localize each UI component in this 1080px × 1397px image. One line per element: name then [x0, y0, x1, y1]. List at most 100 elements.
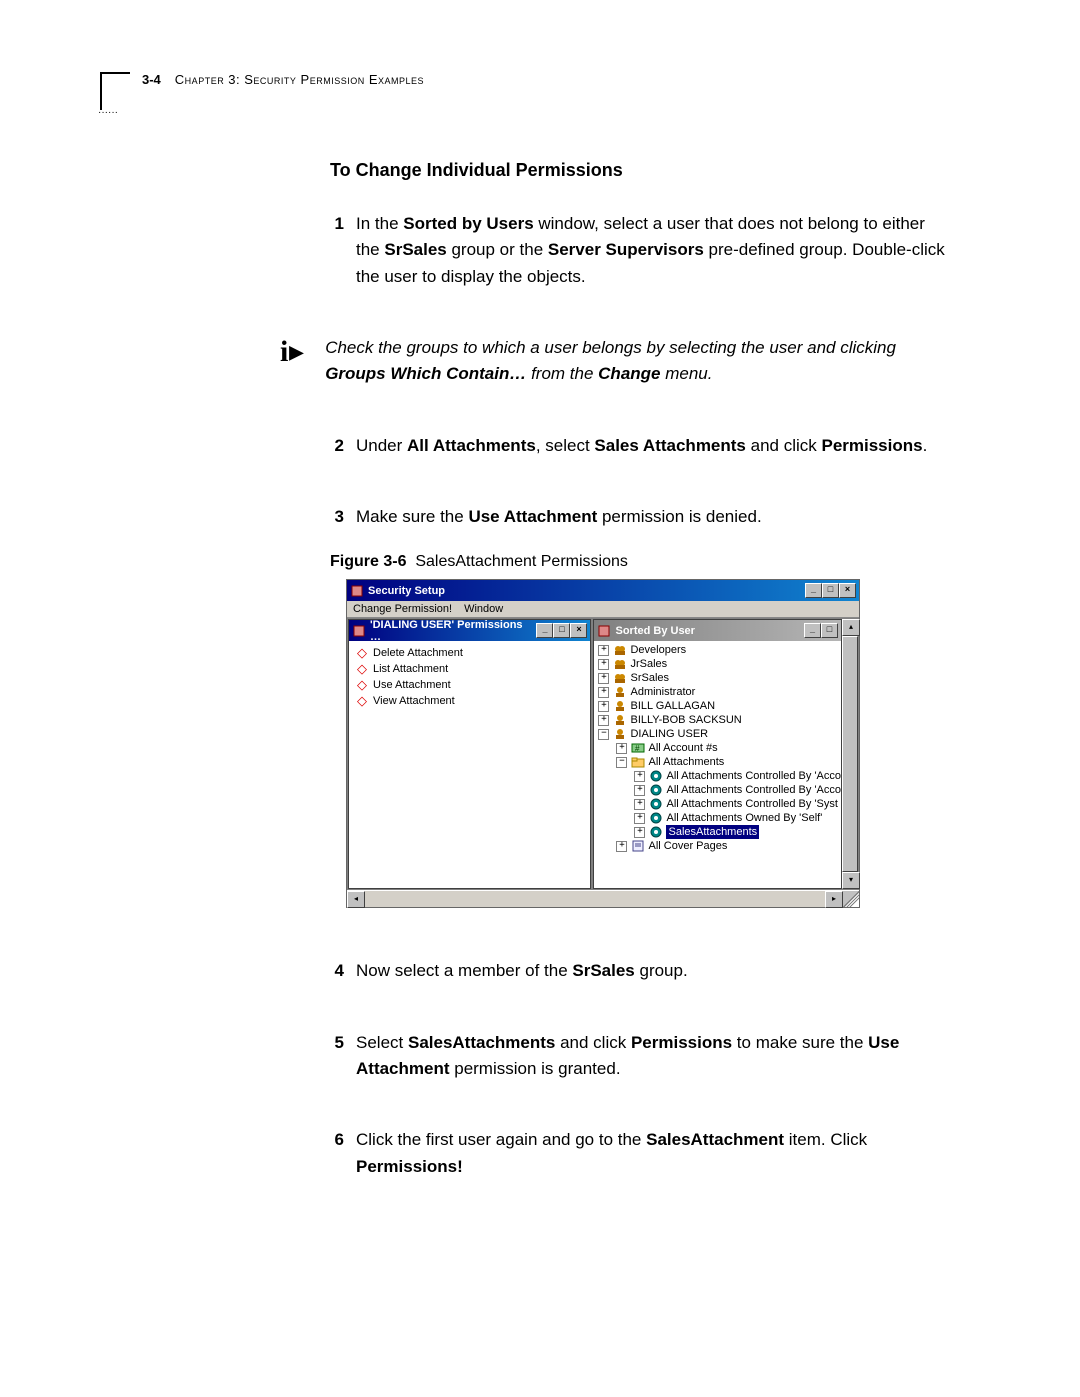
step-number: 2: [330, 433, 344, 459]
deny-icon: ◇: [355, 677, 369, 693]
tree-node[interactable]: + All Attachments Owned By 'Self': [594, 811, 841, 825]
tree-expander[interactable]: +: [634, 799, 645, 810]
sorted-by-user-title: Sorted By User: [615, 625, 804, 637]
scrollbar-vertical[interactable]: ▴ ▾: [842, 619, 858, 889]
maximize-button[interactable]: □: [822, 583, 839, 598]
scroll-thumb[interactable]: [842, 636, 858, 872]
tree-expander[interactable]: +: [598, 673, 609, 684]
permission-item[interactable]: ◇Delete Attachment: [355, 645, 584, 661]
scroll-right-button[interactable]: ▸: [825, 891, 843, 908]
figure-caption: Figure 3-6 SalesAttachment Permissions: [330, 553, 950, 571]
page-header: ······ 3-4 Chapter 3: Security Permissio…: [100, 70, 980, 110]
permission-label: View Attachment: [373, 693, 455, 709]
permission-item[interactable]: ◇List Attachment: [355, 661, 584, 677]
tree-expander[interactable]: −: [598, 729, 609, 740]
tree-expander[interactable]: +: [634, 771, 645, 782]
tree-expander[interactable]: +: [598, 701, 609, 712]
tree-expander[interactable]: +: [616, 743, 627, 754]
titlebar-outer[interactable]: Security Setup _ □ ×: [347, 580, 859, 601]
permission-item[interactable]: ◇View Attachment: [355, 693, 584, 709]
permission-label: List Attachment: [373, 661, 448, 677]
tree-label: Developers: [630, 643, 686, 657]
tree-node[interactable]: +All Attachments Controlled By 'Acco: [594, 783, 841, 797]
app-icon: [350, 584, 364, 598]
window-icon: [352, 624, 366, 638]
tree-label: All Attachments Controlled By 'Syst: [666, 797, 837, 811]
tree-label: All Attachments Controlled By 'Acco: [666, 769, 841, 783]
tree-node[interactable]: + Administrator: [594, 685, 841, 699]
resize-grip[interactable]: [843, 891, 859, 907]
tree-node[interactable]: + All Attachments Controlled By 'Acco: [594, 769, 841, 783]
titlebar-permissions[interactable]: 'DIALING USER' Permissions … _ □ ×: [349, 620, 590, 641]
window-icon: [597, 624, 611, 638]
svg-text:#: #: [635, 744, 640, 753]
folder-icon: [631, 756, 645, 768]
header-dots-decoration: ······: [98, 107, 118, 118]
tree-label: DIALING USER: [630, 727, 708, 741]
sorted-by-user-window: Sorted By User _ □ +Developers+JrSales+S…: [593, 619, 842, 889]
tree-label: SalesAttachments: [666, 825, 759, 839]
chapter-title: Chapter 3: Security Permission Examples: [175, 72, 424, 87]
close-button[interactable]: ×: [570, 623, 587, 638]
group-icon: [613, 672, 627, 684]
tree-node[interactable]: + # All Account #s: [594, 741, 841, 755]
minimize-button[interactable]: _: [536, 623, 553, 638]
permission-item[interactable]: ◇Use Attachment: [355, 677, 584, 693]
step-text: Select SalesAttachments and click Permis…: [356, 1030, 950, 1083]
tree-expander[interactable]: +: [598, 659, 609, 670]
tree-expander[interactable]: +: [598, 715, 609, 726]
tree-expander[interactable]: +: [634, 813, 645, 824]
scroll-up-button[interactable]: ▴: [842, 619, 860, 636]
attach-icon: [649, 812, 663, 824]
permissions-list[interactable]: ◇Delete Attachment◇List Attachment◇Use A…: [349, 641, 590, 888]
header-corner-decoration: ······: [100, 72, 130, 110]
info-icon: i▶: [280, 335, 303, 369]
scrollbar-horizontal[interactable]: ◂ ▸: [347, 890, 859, 907]
tree-expander[interactable]: +: [598, 687, 609, 698]
attach-icon: [649, 784, 663, 796]
tree-node[interactable]: − All Attachments: [594, 755, 841, 769]
screenshot-security-setup: Security Setup _ □ × Change Permission! …: [346, 579, 860, 908]
step-1: 1 In the Sorted by Users window, select …: [330, 211, 950, 290]
window-title: Security Setup: [368, 585, 805, 597]
scroll-left-button[interactable]: ◂: [347, 891, 365, 908]
tree-expander[interactable]: −: [616, 757, 627, 768]
tree-node[interactable]: − DIALING USER: [594, 727, 841, 741]
tree-node[interactable]: + All Attachments Controlled By 'Syst: [594, 797, 841, 811]
tree-node[interactable]: +BILLY-BOB SACKSUN: [594, 713, 841, 727]
tree-label: All Attachments: [648, 755, 724, 769]
tree-node[interactable]: + SalesAttachments: [594, 825, 841, 839]
tree-label: BILL GALLAGAN: [630, 699, 715, 713]
group-icon: [613, 658, 627, 670]
minimize-button[interactable]: _: [805, 583, 822, 598]
maximize-button[interactable]: □: [553, 623, 570, 638]
step-4: 4 Now select a member of the SrSales gro…: [330, 958, 950, 984]
tree-label: All Account #s: [648, 741, 717, 755]
tree-node[interactable]: +SrSales: [594, 671, 841, 685]
user-tree[interactable]: +Developers+JrSales+SrSales+Administrato…: [594, 641, 841, 888]
tree-node[interactable]: + BILL GALLAGAN: [594, 699, 841, 713]
menu-window[interactable]: Window: [464, 603, 503, 615]
step-text: In the Sorted by Users window, select a …: [356, 211, 950, 290]
permission-label: Delete Attachment: [373, 645, 463, 661]
step-5: 5 Select SalesAttachments and click Perm…: [330, 1030, 950, 1083]
tree-node[interactable]: + Developers: [594, 643, 841, 657]
tree-node[interactable]: +JrSales: [594, 657, 841, 671]
step-number: 6: [330, 1127, 344, 1180]
titlebar-sorted-by-user[interactable]: Sorted By User _ □: [594, 620, 841, 641]
scroll-down-button[interactable]: ▾: [842, 872, 860, 889]
tree-label: All Cover Pages: [648, 839, 727, 853]
close-button[interactable]: ×: [839, 583, 856, 598]
tree-expander[interactable]: +: [634, 827, 645, 838]
tree-expander[interactable]: +: [598, 645, 609, 656]
tree-node[interactable]: + All Cover Pages: [594, 839, 841, 853]
deny-icon: ◇: [355, 645, 369, 661]
tree-label: Administrator: [630, 685, 695, 699]
user-icon: [613, 686, 627, 698]
menu-change-permission[interactable]: Change Permission!: [353, 603, 452, 615]
minimize-button[interactable]: _: [804, 623, 821, 638]
maximize-button[interactable]: □: [821, 623, 838, 638]
tree-expander[interactable]: +: [616, 841, 627, 852]
tree-expander[interactable]: +: [634, 785, 645, 796]
tree-label: All Attachments Owned By 'Self': [666, 811, 822, 825]
